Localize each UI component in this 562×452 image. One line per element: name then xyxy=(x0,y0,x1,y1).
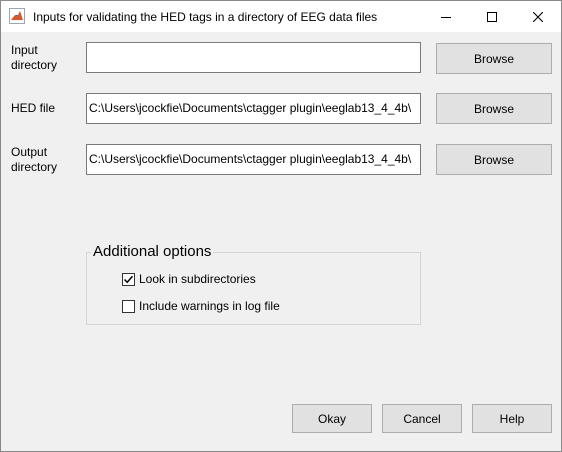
output-directory-label: Output directory xyxy=(11,145,57,175)
hed-file-field[interactable]: C:\Users\jcockfie\Documents\ctagger plug… xyxy=(86,93,421,124)
checkmark-icon xyxy=(123,275,134,283)
output-directory-label-line1: Output xyxy=(11,145,48,159)
additional-options-title: Additional options xyxy=(91,243,214,261)
look-in-subdirectories-label: Look in subdirectories xyxy=(139,272,256,286)
input-directory-label-line2: directory xyxy=(11,58,58,72)
input-directory-label-line1: Input xyxy=(11,43,38,57)
maximize-icon xyxy=(487,11,497,22)
maximize-button[interactable] xyxy=(469,1,515,32)
hed-file-label: HED file xyxy=(11,101,55,116)
help-button[interactable]: Help xyxy=(472,404,552,433)
include-warnings-row[interactable]: Include warnings in log file xyxy=(122,299,280,313)
close-button[interactable] xyxy=(515,1,561,32)
minimize-button[interactable] xyxy=(423,1,469,32)
hed-file-label-line1: HED file xyxy=(11,101,56,115)
output-directory-browse-button[interactable]: Browse xyxy=(436,144,552,175)
include-warnings-label: Include warnings in log file xyxy=(139,299,280,313)
close-icon xyxy=(533,11,543,22)
minimize-icon xyxy=(441,16,451,18)
input-directory-field[interactable] xyxy=(86,42,421,73)
window-title: Inputs for validating the HED tags in a … xyxy=(33,10,378,24)
output-directory-field[interactable]: C:\Users\jcockfie\Documents\ctagger plug… xyxy=(86,144,421,175)
input-directory-label: Input directory xyxy=(11,43,57,73)
additional-options-group xyxy=(86,252,421,325)
include-warnings-checkbox[interactable] xyxy=(122,299,135,313)
cancel-button[interactable]: Cancel xyxy=(382,404,462,433)
matlab-icon xyxy=(9,8,25,24)
title-bar[interactable]: Inputs for validating the HED tags in a … xyxy=(1,1,561,32)
dialog-window: Inputs for validating the HED tags in a … xyxy=(0,0,562,452)
look-in-subdirectories-checkbox[interactable] xyxy=(122,272,135,286)
output-directory-label-line2: directory xyxy=(11,160,58,174)
input-directory-browse-button[interactable]: Browse xyxy=(436,43,552,74)
okay-button[interactable]: Okay xyxy=(292,404,372,433)
hed-file-browse-button[interactable]: Browse xyxy=(436,93,552,124)
look-in-subdirectories-row[interactable]: Look in subdirectories xyxy=(122,272,256,286)
